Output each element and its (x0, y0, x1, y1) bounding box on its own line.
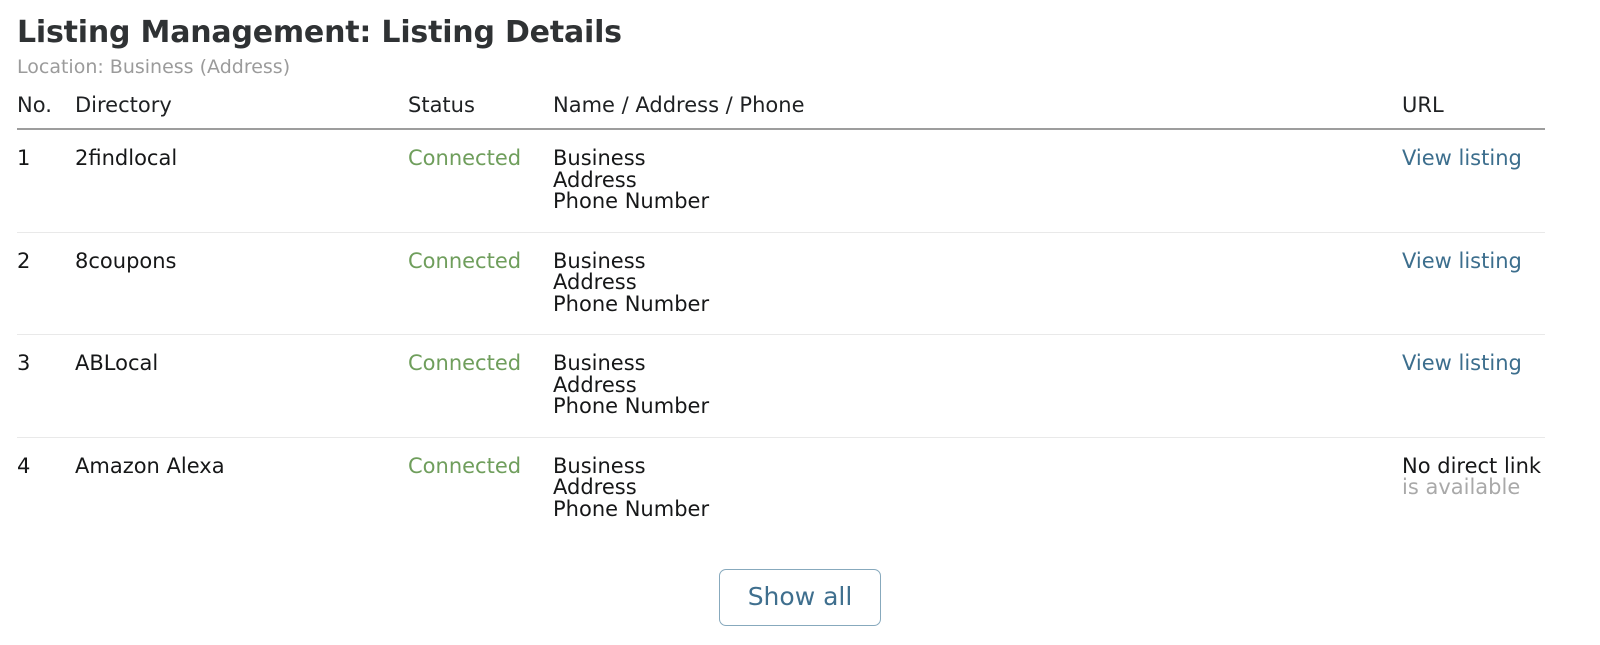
no-direct-link-primary: No direct link (1402, 453, 1542, 478)
status-badge: Connected (408, 248, 522, 273)
listing-details-page: Listing Management: Listing Details Loca… (0, 0, 1600, 645)
cell-url: View listing (1402, 232, 1545, 335)
view-listing-link[interactable]: View listing (1402, 249, 1522, 273)
cell-name-address-phone: Business Address Phone Number (553, 437, 1402, 539)
table-header-row: No. Directory Status Name / Address / Ph… (17, 93, 1545, 130)
nap-name: Business (553, 146, 646, 170)
page-title: Listing Management: Listing Details (17, 15, 622, 50)
cell-directory: ABLocal (75, 334, 408, 438)
no-direct-link-secondary: is available (1402, 475, 1521, 499)
column-header-no: No. (17, 93, 75, 130)
cell-status: Connected (408, 232, 553, 335)
column-header-name-address-phone: Name / Address / Phone (553, 93, 1402, 130)
column-header-directory: Directory (75, 93, 408, 130)
page-subtitle-location: Location: Business (Address) (17, 56, 291, 78)
cell-no: 1 (17, 129, 75, 233)
cell-status: Connected (408, 334, 553, 438)
show-all-button[interactable]: Show all (718, 569, 882, 626)
nap-name: Business (553, 453, 646, 478)
cell-status: Connected (408, 437, 553, 539)
nap-phone: Phone Number (553, 394, 710, 418)
cell-name-address-phone: Business Address Phone Number (553, 334, 1402, 438)
cell-directory: 2findlocal (75, 129, 408, 233)
nap-name: Business (553, 248, 646, 273)
listing-table: No. Directory Status Name / Address / Ph… (17, 93, 1545, 539)
column-header-url: URL (1402, 93, 1545, 130)
cell-directory: Amazon Alexa (75, 453, 225, 478)
view-listing-link[interactable]: View listing (1402, 146, 1522, 170)
nap-phone: Phone Number (553, 496, 710, 521)
cell-no: 2 (17, 232, 75, 335)
view-listing-link[interactable]: View listing (1402, 351, 1522, 375)
column-header-status: Status (408, 93, 553, 130)
cell-status: Connected (408, 129, 553, 233)
status-badge: Connected (408, 146, 522, 170)
table-row: 1 2findlocal Connected Business Address … (17, 129, 1545, 233)
table-row: 4 Amazon Alexa Connected Business Addres… (17, 437, 1545, 539)
cell-url: No direct link is available (1402, 437, 1545, 539)
nap-address: Address (553, 475, 637, 499)
cell-name-address-phone: Business Address Phone Number (553, 232, 1402, 335)
footer-actions: Show all (0, 569, 1600, 626)
table-row: 2 8coupons Connected Business Address Ph… (17, 232, 1545, 335)
nap-phone: Phone Number (553, 291, 710, 316)
nap-name: Business (553, 351, 646, 375)
table-body: 1 2findlocal Connected Business Address … (17, 129, 1545, 539)
no-direct-link-text: No direct link is available (1402, 453, 1545, 499)
listing-table-container: No. Directory Status Name / Address / Ph… (0, 93, 1600, 539)
status-badge: Connected (408, 351, 522, 375)
nap-address: Address (553, 372, 637, 397)
page-header: Listing Management: Listing Details Loca… (0, 0, 1600, 80)
status-badge: Connected (408, 453, 522, 478)
cell-no: 4 (17, 453, 31, 478)
cell-directory: 8coupons (75, 232, 408, 335)
cell-url: View listing (1402, 129, 1545, 233)
nap-address: Address (553, 167, 637, 192)
table-header: No. Directory Status Name / Address / Ph… (17, 93, 1545, 130)
cell-name-address-phone: Business Address Phone Number (553, 129, 1402, 233)
cell-url: View listing (1402, 334, 1545, 438)
nap-address: Address (553, 270, 637, 294)
nap-phone: Phone Number (553, 189, 710, 213)
table-row: 3 ABLocal Connected Business Address Pho… (17, 334, 1545, 438)
cell-no: 3 (17, 334, 75, 438)
